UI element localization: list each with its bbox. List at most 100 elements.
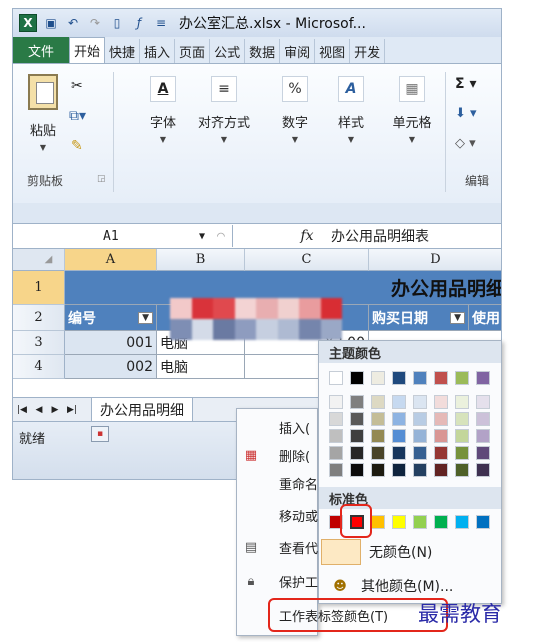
theme-shade-swatch[interactable] — [350, 429, 364, 443]
tab-insert[interactable]: 插入 — [140, 39, 176, 63]
menu-item-insert[interactable]: 插入( — [237, 413, 319, 441]
row-header-3[interactable]: 3 — [13, 331, 65, 355]
header-cell-date[interactable]: 购买日期 ▼ — [369, 305, 469, 331]
row-header-1[interactable]: 1 — [13, 271, 65, 305]
menu-item-rename[interactable]: 重命名 — [237, 469, 319, 497]
filter-dropdown-icon[interactable]: ▼ — [138, 311, 153, 324]
no-color-option[interactable]: 无颜色(N) — [319, 537, 501, 567]
column-header-a[interactable]: A — [65, 249, 157, 271]
dialog-launcher-icon[interactable]: ◲ — [97, 174, 106, 184]
theme-shade-swatch[interactable] — [455, 429, 469, 443]
standard-color-swatch[interactable] — [413, 515, 427, 529]
chevron-down-icon[interactable]: ▼ — [199, 231, 205, 242]
theme-shade-swatch[interactable] — [350, 446, 364, 460]
column-header-b[interactable]: B — [157, 249, 245, 271]
alignment-button[interactable]: ≡ 对齐方式 ▼ — [193, 68, 255, 144]
column-header-d[interactable]: D — [369, 249, 501, 271]
theme-shade-swatch[interactable] — [392, 412, 406, 426]
theme-shade-swatch[interactable] — [392, 395, 406, 409]
tab-home[interactable]: 开始 — [69, 37, 106, 63]
theme-shade-swatch[interactable] — [434, 412, 448, 426]
theme-color-swatch[interactable] — [455, 371, 469, 385]
theme-shade-swatch[interactable] — [350, 463, 364, 477]
theme-shade-swatch[interactable] — [455, 412, 469, 426]
tab-quick[interactable]: 快捷 — [105, 39, 141, 63]
theme-shade-swatch[interactable] — [413, 446, 427, 460]
undo-icon[interactable]: ↶ — [65, 15, 81, 31]
header-cell-id[interactable]: 编号 ▼ — [65, 305, 157, 331]
formula-input[interactable]: 办公用品明细表 — [321, 226, 429, 246]
tab-review[interactable]: 审阅 — [280, 39, 316, 63]
theme-shade-swatch[interactable] — [455, 463, 469, 477]
theme-shade-swatch[interactable] — [476, 446, 490, 460]
sum-icon[interactable]: Σ ▾ — [455, 76, 476, 92]
standard-color-swatch[interactable] — [455, 515, 469, 529]
next-sheet-button[interactable]: ▶ — [47, 405, 63, 415]
theme-shade-swatch[interactable] — [392, 463, 406, 477]
fx-insert-function-icon[interactable]: fx — [293, 228, 321, 244]
redo-icon[interactable]: ↷ — [87, 15, 103, 31]
theme-shade-swatch[interactable] — [455, 395, 469, 409]
prev-sheet-button[interactable]: ◀ — [31, 405, 47, 415]
theme-shade-swatch[interactable] — [434, 463, 448, 477]
standard-color-swatch[interactable] — [476, 515, 490, 529]
column-header-c[interactable]: C — [245, 249, 369, 271]
name-box[interactable]: A1 ▼ ◠ — [13, 225, 233, 247]
theme-shade-swatch[interactable] — [413, 412, 427, 426]
theme-shade-swatch[interactable] — [329, 446, 343, 460]
standard-color-swatch[interactable] — [371, 515, 385, 529]
macro-record-icon[interactable]: ▪ — [91, 426, 109, 442]
row-header-4[interactable]: 4 — [13, 355, 65, 379]
theme-shade-swatch[interactable] — [434, 395, 448, 409]
theme-color-swatch[interactable] — [329, 371, 343, 385]
theme-shade-swatch[interactable] — [413, 395, 427, 409]
new-icon[interactable]: ▯ — [109, 15, 125, 31]
select-all-corner[interactable]: ◢ — [13, 249, 65, 271]
cut-icon[interactable]: ✂ — [71, 78, 83, 94]
clear-icon[interactable]: ◇ ▾ — [455, 136, 476, 151]
theme-shade-swatch[interactable] — [434, 429, 448, 443]
theme-shade-swatch[interactable] — [434, 446, 448, 460]
theme-shade-swatch[interactable] — [476, 463, 490, 477]
theme-shade-swatch[interactable] — [350, 412, 364, 426]
menu-item-move-copy[interactable]: 移动或 — [237, 501, 319, 529]
theme-color-swatch[interactable] — [392, 371, 406, 385]
customize-icon[interactable]: ≡ — [153, 15, 169, 31]
tab-formula[interactable]: 公式 — [210, 39, 246, 63]
theme-shade-swatch[interactable] — [329, 429, 343, 443]
menu-item-delete[interactable]: ▦ 删除( — [237, 441, 319, 469]
standard-color-swatch[interactable] — [392, 515, 406, 529]
theme-shade-swatch[interactable] — [371, 446, 385, 460]
cell-b4[interactable]: 电脑 — [157, 355, 245, 379]
menu-item-view-code[interactable]: ▤ 查看代 — [237, 533, 319, 561]
theme-shade-swatch[interactable] — [371, 429, 385, 443]
styles-button[interactable]: A 样式 ▼ — [331, 68, 371, 144]
format-painter-icon[interactable]: ✎ — [71, 138, 83, 154]
menu-item-protect[interactable]: 🔒︎ 保护工 — [237, 567, 319, 595]
number-button[interactable]: % 数字 ▼ — [275, 68, 315, 144]
theme-shade-swatch[interactable] — [371, 412, 385, 426]
theme-color-swatch[interactable] — [413, 371, 427, 385]
fx-icon[interactable]: ƒ — [131, 15, 147, 31]
save-icon[interactable]: ▣ — [43, 15, 59, 31]
standard-color-swatch[interactable] — [434, 515, 448, 529]
last-sheet-button[interactable]: ▶| — [63, 405, 81, 415]
theme-shade-swatch[interactable] — [329, 395, 343, 409]
tab-developer[interactable]: 开发 — [350, 39, 386, 63]
theme-shade-swatch[interactable] — [350, 395, 364, 409]
cell-a3[interactable]: 001 — [65, 331, 157, 355]
header-cell-use[interactable]: 使用 — [469, 305, 501, 331]
paste-button[interactable]: 粘贴 ▼ — [23, 68, 63, 152]
tab-file[interactable]: 文件 — [13, 37, 69, 63]
tab-data[interactable]: 数据 — [245, 39, 281, 63]
theme-color-swatch[interactable] — [434, 371, 448, 385]
more-colors-option[interactable]: ☻ 其他颜色(M)... — [319, 571, 501, 601]
theme-shade-swatch[interactable] — [476, 412, 490, 426]
theme-shade-swatch[interactable] — [455, 446, 469, 460]
theme-shade-swatch[interactable] — [329, 463, 343, 477]
first-sheet-button[interactable]: |◀ — [13, 405, 31, 415]
cells-button[interactable]: ▦ 单元格 ▼ — [385, 68, 439, 144]
tab-view[interactable]: 视图 — [315, 39, 351, 63]
theme-color-swatch[interactable] — [476, 371, 490, 385]
theme-color-swatch[interactable] — [350, 371, 364, 385]
